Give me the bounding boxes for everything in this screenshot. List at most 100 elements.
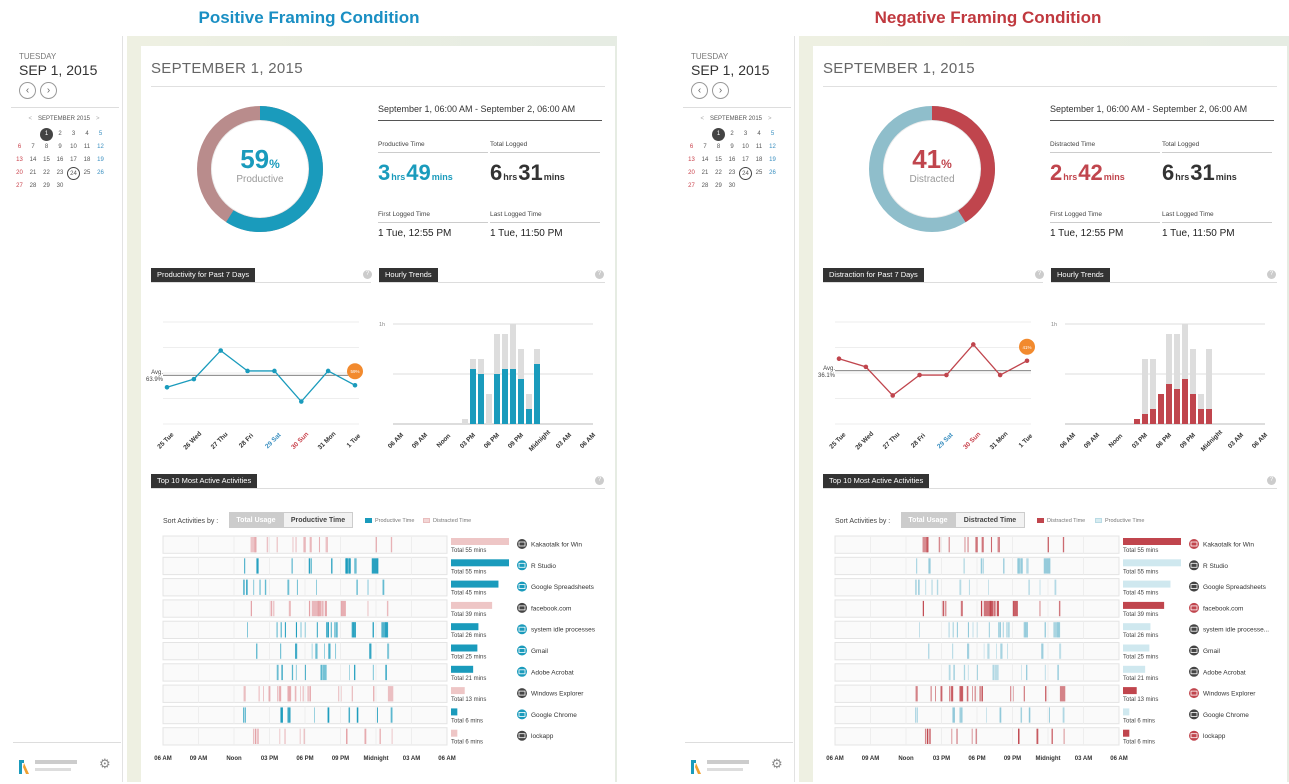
calendar-day[interactable]: 11 [81, 141, 94, 154]
calendar-day[interactable]: 13 [13, 154, 26, 167]
calendar-day[interactable]: 22 [40, 167, 53, 180]
avg-label: Avg. [823, 366, 835, 372]
next-day-button[interactable]: › [40, 82, 57, 99]
activity-event [294, 686, 297, 702]
calendar-day[interactable]: 12 [94, 141, 107, 154]
calendar-day[interactable]: 30 [54, 180, 67, 193]
calendar-day[interactable]: 23 [54, 167, 67, 180]
page-title: SEPTEMBER 1, 2015 [151, 60, 303, 77]
week-series-line [838, 343, 1028, 397]
calendar-next-month[interactable]: > [768, 116, 772, 122]
activity-event [295, 537, 297, 553]
calendar-day[interactable]: 16 [726, 154, 739, 167]
activity-event [320, 664, 323, 681]
calendar-day[interactable]: 9 [726, 141, 739, 154]
calendar-day[interactable]: 14 [699, 154, 712, 167]
calendar-day[interactable]: 10 [739, 141, 752, 154]
calendar-day[interactable]: 2 [726, 128, 739, 141]
calendar-day[interactable]: 24 [739, 167, 752, 180]
calendar-day[interactable]: 3 [739, 128, 752, 141]
calendar-day[interactable]: 17 [739, 154, 752, 167]
prev-day-button[interactable]: ‹ [691, 82, 708, 99]
sort-total-usage-button[interactable]: Total Usage [229, 512, 283, 528]
calendar-day[interactable]: 29 [40, 180, 53, 193]
calendar-day[interactable]: 16 [54, 154, 67, 167]
calendar-day[interactable]: 25 [81, 167, 94, 180]
calendar-day[interactable]: 6 [13, 141, 26, 154]
calendar-day[interactable]: 8 [712, 141, 725, 154]
calendar-day[interactable]: 5 [766, 128, 779, 141]
calendar-day[interactable]: 18 [81, 154, 94, 167]
calendar-day[interactable]: 21 [699, 167, 712, 180]
calendar-next-month[interactable]: > [96, 116, 100, 122]
calendar-day[interactable]: 15 [40, 154, 53, 167]
activity-axis-label: 09 PM [332, 756, 349, 762]
calendar-day[interactable]: 3 [67, 128, 80, 141]
calendar-day[interactable]: 24 [67, 167, 80, 180]
calendar-day[interactable]: 4 [81, 128, 94, 141]
hour-tick-label: 06 AM [1059, 432, 1077, 450]
sort-alt-button[interactable]: Distracted Time [955, 512, 1025, 528]
calendar-day[interactable]: 30 [726, 180, 739, 193]
calendar-day[interactable]: 25 [753, 167, 766, 180]
total-label: Total 25 mins [451, 655, 486, 661]
settings-gear-icon[interactable]: ⚙ [99, 756, 111, 772]
calendar-day[interactable]: 1 [40, 128, 53, 141]
week-help-icon[interactable]: ? [1035, 270, 1044, 279]
calendar-day[interactable]: 8 [40, 141, 53, 154]
calendar-day[interactable]: 10 [67, 141, 80, 154]
calendar-day[interactable]: 28 [699, 180, 712, 193]
calendar-day[interactable]: 19 [94, 154, 107, 167]
calendar-day[interactable]: 9 [54, 141, 67, 154]
calendar-day[interactable]: 26 [94, 167, 107, 180]
calendar-day[interactable]: 12 [766, 141, 779, 154]
calendar-day[interactable]: 28 [27, 180, 40, 193]
activity-event [1059, 643, 1062, 659]
calendar-day[interactable]: 27 [685, 180, 698, 193]
hour-bar [1134, 419, 1140, 424]
calendar-day[interactable]: 14 [27, 154, 40, 167]
calendar-day[interactable]: 6 [685, 141, 698, 154]
calendar-day[interactable]: 5 [94, 128, 107, 141]
calendar-day[interactable]: 18 [753, 154, 766, 167]
legend-main: Distracted Time [1037, 518, 1085, 524]
calendar-day[interactable]: 1 [712, 128, 725, 141]
calendar-day[interactable]: 15 [712, 154, 725, 167]
sort-alt-button[interactable]: Productive Time [283, 512, 353, 528]
activity-event [976, 622, 978, 638]
calendar-day[interactable]: 21 [27, 167, 40, 180]
week-help-icon[interactable]: ? [363, 270, 372, 279]
calendar-day[interactable]: 20 [685, 167, 698, 180]
calendar-day[interactable]: 11 [753, 141, 766, 154]
hour-bar [1150, 409, 1156, 424]
calendar-day[interactable]: 7 [27, 141, 40, 154]
calendar-day[interactable]: 19 [766, 154, 779, 167]
hourly-help-icon[interactable]: ? [595, 270, 604, 279]
divider [11, 107, 119, 108]
calendar-prev-month[interactable]: < [28, 116, 32, 122]
prev-day-button[interactable]: ‹ [19, 82, 36, 99]
calendar-day[interactable]: 23 [726, 167, 739, 180]
calendar-day[interactable]: 27 [13, 180, 26, 193]
calendar-day[interactable]: 13 [685, 154, 698, 167]
activity-event [284, 728, 286, 744]
next-day-button[interactable]: › [712, 82, 729, 99]
settings-gear-icon[interactable]: ⚙ [771, 756, 783, 772]
calendar-day[interactable]: 22 [712, 167, 725, 180]
activity-event [1003, 558, 1005, 574]
calendar-day[interactable]: 7 [699, 141, 712, 154]
hourly-help-icon[interactable]: ? [1267, 270, 1276, 279]
activity-event [280, 707, 283, 723]
sort-total-usage-button[interactable]: Total Usage [901, 512, 955, 528]
calendar-day[interactable]: 2 [54, 128, 67, 141]
calendar-day[interactable]: 26 [766, 167, 779, 180]
activity-event [972, 686, 973, 702]
calendar-day[interactable]: 17 [67, 154, 80, 167]
calendar-day[interactable]: 29 [712, 180, 725, 193]
calendar-day[interactable]: 20 [13, 167, 26, 180]
calendar-day[interactable]: 4 [753, 128, 766, 141]
activities-help-icon[interactable]: ? [595, 476, 604, 485]
activities-help-icon[interactable]: ? [1267, 476, 1276, 485]
hour-bar-total [462, 419, 468, 424]
calendar-prev-month[interactable]: < [700, 116, 704, 122]
